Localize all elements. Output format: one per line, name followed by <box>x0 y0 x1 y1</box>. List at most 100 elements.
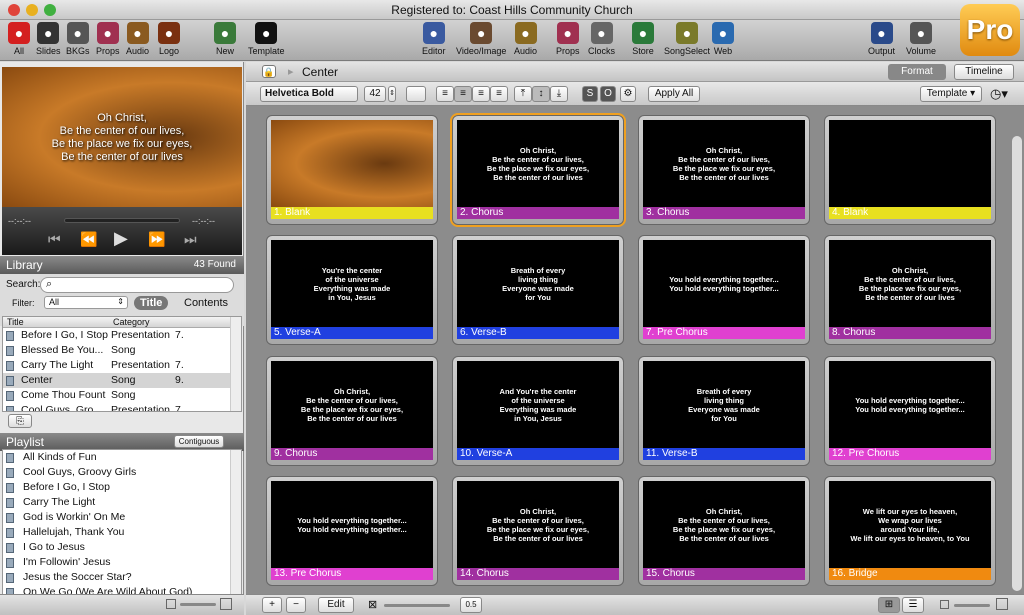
valign-bottom-icon[interactable]: ⤓ <box>550 86 568 102</box>
toolbar-audio-button[interactable]: ● Audio <box>126 22 149 56</box>
slide-thumbnail[interactable]: You hold everything together... You hold… <box>266 476 438 586</box>
shadow-toggle[interactable]: S <box>582 86 598 102</box>
table-row[interactable]: Before I Go, I Stop Presentation 7. <box>3 328 241 343</box>
align-justify-icon[interactable]: ≡ <box>490 86 508 102</box>
library-scrollbar[interactable] <box>230 317 241 411</box>
table-row[interactable]: Center Song 9. <box>3 373 241 388</box>
toolbar-logo-button[interactable]: ● Logo <box>158 22 180 56</box>
toolbar-template-button[interactable]: ● Template <box>248 22 285 56</box>
lock-icon[interactable]: 🔒 <box>262 65 276 78</box>
list-item[interactable]: I Go to Jesus <box>3 540 241 555</box>
apply-all-button[interactable]: Apply All <box>648 86 700 102</box>
slide-thumbnail[interactable]: Oh Christ, Be the center of our lives, B… <box>450 113 626 227</box>
tab-format[interactable]: Format <box>888 64 946 80</box>
template-select[interactable]: Template ▾ <box>920 86 982 102</box>
align-right-icon[interactable]: ≡ <box>472 86 490 102</box>
filter-select[interactable]: All ⇕ <box>44 296 128 309</box>
slide-zoom-slider[interactable] <box>384 604 450 607</box>
align-left-icon[interactable]: ≡ <box>436 86 454 102</box>
table-row[interactable]: Cool Guys, Gro... Presentation 7. <box>3 403 241 411</box>
align-center-icon[interactable]: ≡ <box>454 86 472 102</box>
zoom-window-button[interactable] <box>44 4 56 16</box>
toolbar-volume-button[interactable]: ● Volume <box>906 22 936 56</box>
toolbar-all-button[interactable]: ● All <box>8 22 30 56</box>
slide-thumbnail[interactable]: Oh Christ, Be the center of our lives, B… <box>638 115 810 225</box>
slide-thumbnail[interactable]: Oh Christ, Be the center of our lives, B… <box>638 476 810 586</box>
list-item[interactable]: I'm Followin' Jesus <box>3 555 241 570</box>
play-icon[interactable]: ▶ <box>114 228 128 249</box>
slide-thumbnail[interactable]: Breath of every living thing Everyone wa… <box>638 356 810 466</box>
tab-contents[interactable]: Contents <box>178 296 234 310</box>
list-item[interactable]: God is Workin' On Me <box>3 510 241 525</box>
slide-thumbnail[interactable]: You hold everything together... You hold… <box>824 356 996 466</box>
contiguous-toggle[interactable]: Contiguous <box>174 435 224 448</box>
toolbar-video-image-button[interactable]: ● Video/Image <box>456 22 506 56</box>
toolbar-songselect-button[interactable]: ● SongSelect <box>664 22 710 56</box>
fit-icon[interactable]: ⊠ <box>368 598 377 611</box>
clock-icon[interactable]: ◷▾ <box>990 86 1008 102</box>
text-color-swatch[interactable] <box>406 86 426 102</box>
table-row[interactable]: Carry The Light Presentation 7. <box>3 358 241 373</box>
slide-thumbnail[interactable]: We lift our eyes to heaven, We wrap our … <box>824 476 996 586</box>
edit-button[interactable]: Edit <box>318 597 354 613</box>
column-category[interactable]: Category <box>113 317 150 327</box>
row-category: Presentation <box>111 359 170 371</box>
tab-title[interactable]: Title <box>134 296 169 310</box>
search-input[interactable]: ⌕ <box>40 277 234 293</box>
slide-thumbnail[interactable]: Oh Christ, Be the center of our lives, B… <box>452 476 624 586</box>
add-slide-button[interactable]: + <box>262 597 282 613</box>
column-title[interactable]: Title <box>7 317 24 327</box>
grid-view-icon[interactable]: ⊞ <box>878 597 900 613</box>
remove-slide-button[interactable]: − <box>286 597 306 613</box>
playlist-zoom-slider[interactable] <box>180 603 216 606</box>
list-item[interactable]: Hallelujah, Thank You <box>3 525 241 540</box>
font-select[interactable]: Helvetica Bold <box>260 86 358 102</box>
table-row[interactable]: Blessed Be You... Song <box>3 343 241 358</box>
slide-thumbnail[interactable]: You're the center of the universe Everyt… <box>266 235 438 345</box>
toolbar-output-button[interactable]: ● Output <box>868 22 895 56</box>
gear-icon[interactable]: ⚙ <box>620 86 636 102</box>
slide-thumbnail[interactable]: And You're the center of the universe Ev… <box>452 356 624 466</box>
grid-scrollbar[interactable] <box>1012 136 1022 591</box>
playlist-scrollbar[interactable] <box>230 450 241 595</box>
add-to-playlist-button[interactable]: ⎘ <box>8 414 32 428</box>
toolbar-new-button[interactable]: ● New <box>214 22 236 56</box>
toolbar-props-button[interactable]: ● Props <box>556 22 580 56</box>
list-item[interactable]: Cool Guys, Groovy Girls <box>3 465 241 480</box>
slide-thumbnail[interactable]: Breath of every living thing Everyone wa… <box>452 235 624 345</box>
toolbar-bkgs-button[interactable]: ● BKGs <box>66 22 90 56</box>
toolbar-web-button[interactable]: ● Web <box>712 22 734 56</box>
slide-thumbnail[interactable]: Oh Christ, Be the center of our lives, B… <box>824 235 996 345</box>
list-item[interactable]: Carry The Light <box>3 495 241 510</box>
toolbar-props-button[interactable]: ● Props <box>96 22 120 56</box>
minimize-window-button[interactable] <box>26 4 38 16</box>
toolbar-editor-button[interactable]: ● Editor <box>422 22 446 56</box>
list-item[interactable]: Before I Go, I Stop <box>3 480 241 495</box>
rewind-icon[interactable]: ⏪ <box>80 231 97 248</box>
toolbar-slides-button[interactable]: ● Slides <box>36 22 61 56</box>
font-size-stepper[interactable]: ⇕ <box>388 86 396 102</box>
toolbar-store-button[interactable]: ● Store <box>632 22 654 56</box>
list-item[interactable]: Jesus the Soccer Star? <box>3 570 241 585</box>
slide-thumbnail[interactable]: 4. Blank <box>824 115 996 225</box>
playback-scrubber[interactable] <box>64 218 180 223</box>
slide-thumbnail[interactable]: Oh Christ, Be the center of our lives, B… <box>266 356 438 466</box>
skip-forward-icon[interactable]: ⏭ <box>184 231 197 248</box>
font-size-field[interactable]: 42 <box>364 86 386 102</box>
slide-thumbnail[interactable]: 1. Blank <box>266 115 438 225</box>
fast-forward-icon[interactable]: ⏩ <box>148 231 165 248</box>
zoom-value[interactable]: 0.5 <box>460 597 482 613</box>
outline-toggle[interactable]: O <box>600 86 616 102</box>
thumbnail-size-slider[interactable] <box>954 604 990 607</box>
close-window-button[interactable] <box>8 4 20 16</box>
skip-back-icon[interactable]: ⏮ <box>48 231 61 248</box>
list-view-icon[interactable]: ☰ <box>902 597 924 613</box>
list-item[interactable]: All Kinds of Fun <box>3 450 241 465</box>
tab-timeline[interactable]: Timeline <box>954 64 1014 80</box>
valign-middle-icon[interactable]: ↕ <box>532 86 550 102</box>
toolbar-clocks-button[interactable]: ● Clocks <box>588 22 615 56</box>
table-row[interactable]: Come Thou Fount Song <box>3 388 241 403</box>
slide-thumbnail[interactable]: You hold everything together... You hold… <box>638 235 810 345</box>
valign-top-icon[interactable]: ⤒ <box>514 86 532 102</box>
toolbar-audio-button[interactable]: ● Audio <box>514 22 537 56</box>
